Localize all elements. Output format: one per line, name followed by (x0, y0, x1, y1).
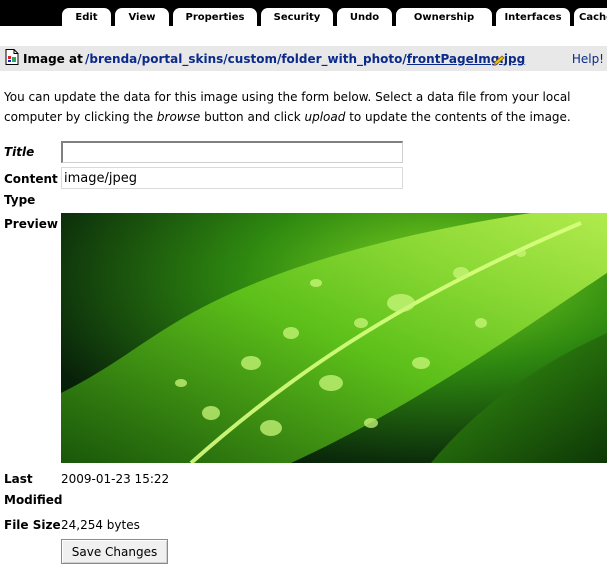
tab-security[interactable]: Security (261, 8, 333, 26)
file-size-value: 24,254 bytes (61, 518, 140, 532)
tab-bar: Edit View Properties Security Undo Owner… (0, 0, 607, 26)
intro-upload: upload (304, 110, 346, 124)
breadcrumb-brenda[interactable]: /brenda (85, 52, 137, 66)
object-type-label: Image at (23, 52, 83, 66)
tab-view[interactable]: View (115, 8, 169, 26)
preview-label: Preview (4, 217, 59, 231)
breadcrumb-custom[interactable]: /custom (223, 52, 277, 66)
intro-text-3: to update the contents of the image. (345, 110, 571, 124)
content-type-label: Content Type (4, 169, 60, 211)
intro-text: You can update the data for this image u… (4, 87, 607, 127)
breadcrumb-folder-with-photo[interactable]: /folder_with_photo (277, 52, 402, 66)
tabs: Edit View Properties Security Undo Owner… (62, 8, 607, 26)
breadcrumb: /brenda/portal_skins/custom/folder_with_… (85, 52, 525, 66)
title-label: Title (4, 145, 35, 159)
save-changes-button[interactable]: Save Changes (61, 539, 168, 564)
content-type-label-line2: Type (4, 193, 36, 207)
tab-interfaces[interactable]: Interfaces (496, 8, 570, 26)
pencil-icon[interactable] (492, 55, 506, 67)
last-modified-label-line1: Last (4, 472, 33, 486)
breadcrumb-portal-skins[interactable]: /portal_skins (137, 52, 223, 66)
breadcrumb-current-file[interactable]: frontPageImg.jpg (407, 52, 525, 66)
title-input[interactable] (61, 141, 403, 163)
help-link[interactable]: Help! (572, 52, 604, 66)
tab-ownership[interactable]: Ownership (396, 8, 492, 26)
intro-text-2: button and click (200, 110, 305, 124)
image-file-icon (5, 49, 19, 65)
last-modified-label-line2: Modified (4, 493, 63, 507)
content-type-label-line1: Content (4, 172, 58, 186)
object-header: Image at /brenda/portal_skins/custom/fol… (0, 46, 607, 71)
tab-cache[interactable]: Cache (574, 8, 607, 26)
tab-properties[interactable]: Properties (173, 8, 257, 26)
intro-browse: browse (156, 110, 201, 124)
tab-edit[interactable]: Edit (62, 8, 111, 26)
last-modified-value: 2009-01-23 15:22 (61, 472, 170, 486)
tab-undo[interactable]: Undo (337, 8, 392, 26)
content-type-input[interactable] (61, 167, 403, 189)
last-modified-label: Last Modified (4, 469, 63, 511)
image-preview (61, 213, 607, 463)
file-size-label: File Size (4, 518, 61, 532)
